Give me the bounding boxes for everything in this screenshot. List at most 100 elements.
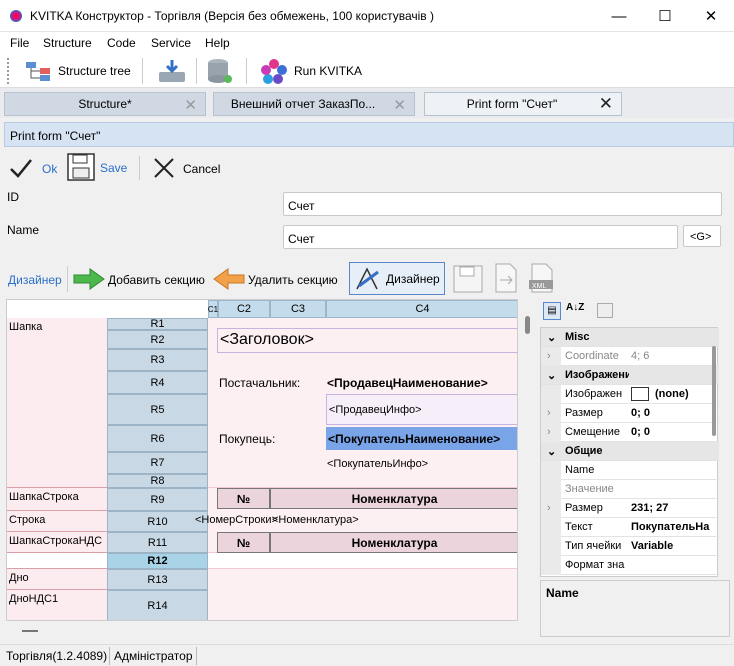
save-button[interactable]: Save — [66, 152, 130, 182]
menu-service[interactable]: Service — [151, 36, 191, 50]
section-header-row-vat[interactable]: ШапкаСтрокаНДС — [7, 532, 108, 553]
cell-supplier-info[interactable]: <ПродавецИнфо> — [326, 394, 517, 425]
section-row[interactable]: Строка — [7, 511, 108, 532]
database-icon[interactable] — [204, 57, 234, 85]
tab-structure-close-icon[interactable]: ✕ — [184, 96, 197, 114]
property-category[interactable]: ⌄ Misc — [541, 328, 719, 347]
property-row[interactable]: Текст ПокупательНа — [541, 518, 719, 537]
grid-hscroll-thumb[interactable] — [22, 630, 38, 632]
cancel-button[interactable]: Cancel — [150, 154, 230, 182]
property-category[interactable]: ⌄ Общие — [541, 442, 719, 461]
cell-buyer-label[interactable]: Покупець: — [219, 432, 275, 446]
save-disabled-icon[interactable] — [452, 264, 484, 294]
property-category[interactable]: ⌄Изображение — [541, 366, 719, 385]
column-header-c3[interactable]: C3 — [270, 300, 326, 318]
cell-buyer-info[interactable]: <ПокупательИнфо> — [327, 458, 428, 470]
section-bottom-vat[interactable]: ДноНДС1 — [7, 590, 108, 620]
cell-nomenclature-header-vat[interactable]: Номенклатура — [270, 532, 517, 553]
cells-bottom-area[interactable] — [208, 569, 517, 620]
property-row[interactable]: › Размер 231; 27 — [541, 499, 719, 518]
close-window-button[interactable]: ✕ — [688, 0, 734, 32]
run-kvitka-button[interactable]: Run KVITKA — [258, 58, 368, 84]
row-header[interactable]: R7 — [107, 452, 208, 474]
grid-scrollbar-thumb[interactable] — [525, 316, 530, 334]
menu-help[interactable]: Help — [205, 36, 230, 50]
sort-az-icon[interactable]: A↓Z — [566, 302, 586, 320]
remove-section-button[interactable]: Удалить секцию — [212, 266, 342, 292]
name-field[interactable]: Счет — [283, 225, 678, 249]
designer-toolbar: Дизайнер Добавить секцию Удалить секцию … — [0, 260, 734, 296]
column-header-c1[interactable]: C1 — [208, 300, 218, 318]
maximize-button[interactable]: ☐ — [642, 0, 688, 32]
menu-file[interactable]: File — [10, 36, 29, 50]
property-scrollbar-thumb[interactable] — [712, 346, 716, 436]
collapse-icon: ⌄ — [547, 446, 557, 458]
categorized-icon[interactable]: ▤ — [543, 302, 561, 320]
property-row[interactable]: Изображен (none) — [541, 385, 719, 404]
cell-nomenclature-header[interactable]: Номенклатура — [270, 488, 517, 509]
menu-structure[interactable]: Structure — [43, 36, 92, 50]
row-header[interactable]: R13 — [107, 569, 208, 590]
property-row[interactable]: Формат зна — [541, 556, 719, 575]
xml-file-icon[interactable]: XML — [526, 262, 556, 294]
column-header-c2[interactable]: C2 — [218, 300, 270, 318]
property-row[interactable]: › Coordinate 4; 6 — [541, 347, 719, 366]
tab-structure[interactable]: Structure* ✕ — [4, 92, 206, 116]
flower-icon — [261, 59, 287, 84]
designer-button[interactable]: Дизайнер — [349, 262, 445, 295]
cell-header[interactable]: <Заголовок> — [217, 328, 517, 353]
tab-external-report[interactable]: Внешний отчет ЗаказПо... ✕ — [213, 92, 415, 116]
cell-buyer-name-selected[interactable]: <ПокупательНаименование> — [326, 427, 517, 450]
floppy-disk-icon — [67, 153, 95, 181]
row-header[interactable]: R3 — [107, 349, 208, 371]
property-row[interactable]: › Размер 0; 0 — [541, 404, 719, 423]
designer-link[interactable]: Дизайнер — [8, 273, 62, 287]
row-header[interactable]: R5 — [107, 394, 208, 425]
row-header-selected[interactable]: R12 — [107, 553, 208, 569]
row-header[interactable]: R4 — [107, 371, 208, 394]
cells-empty-area[interactable] — [208, 553, 517, 569]
status-user: Адміністратор — [114, 649, 193, 663]
cell-number-header-vat[interactable]: № — [217, 532, 270, 553]
tab-print-form-close-icon[interactable]: ✕ — [599, 94, 613, 114]
row-header[interactable]: R8 — [107, 474, 208, 488]
minimize-button[interactable]: — — [596, 0, 642, 32]
property-row[interactable]: Name — [541, 461, 719, 480]
menu-bar: File Structure Code Service Help — [0, 32, 734, 54]
property-row[interactable]: › Смещение 0; 0 — [541, 423, 719, 442]
ok-button[interactable]: Ok — [6, 154, 61, 182]
g-button[interactable]: <G> — [683, 225, 721, 247]
column-header-c4[interactable]: C4 — [326, 300, 517, 318]
cell-row-number[interactable]: <НомерСтроки> — [195, 514, 278, 526]
row-header[interactable]: R2 — [107, 330, 208, 349]
row-header[interactable]: R11 — [107, 532, 208, 553]
name-label: Name — [7, 223, 40, 237]
row-header[interactable]: R6 — [107, 425, 208, 452]
image-swatch — [631, 387, 649, 401]
designer-grid[interactable]: C1 C2 C3 C4 Шапка ШапкаСтрока Строка Шап… — [6, 299, 518, 621]
tab-print-form[interactable]: Print form "Счет" ✕ — [424, 92, 622, 116]
property-row[interactable]: Значение — [541, 480, 719, 499]
row-header[interactable]: R9 — [107, 488, 208, 511]
row-header[interactable]: R10 — [107, 511, 208, 532]
section-bottom[interactable]: Дно — [7, 569, 108, 590]
grid-scrollbar[interactable] — [522, 300, 534, 620]
export-disabled-icon[interactable] — [490, 262, 520, 294]
property-pages-icon[interactable] — [597, 303, 613, 318]
id-field[interactable]: Счет — [283, 192, 722, 216]
save-db-icon[interactable] — [156, 58, 188, 84]
row-header[interactable]: R1 — [107, 318, 208, 330]
structure-tree-button[interactable]: Structure tree — [20, 58, 134, 84]
cell-supplier-name[interactable]: <ПродавецНаименование> — [327, 376, 488, 390]
row-header[interactable]: R14 — [107, 590, 208, 620]
menu-code[interactable]: Code — [107, 36, 136, 50]
add-section-button[interactable]: Добавить секцию — [72, 266, 207, 292]
cell-supplier-label[interactable]: Постачальник: — [219, 376, 300, 390]
property-row[interactable]: Тип ячейки Variable — [541, 537, 719, 556]
cell-row-nomenclature[interactable]: <Номенклатура> — [272, 514, 359, 526]
tab-external-report-close-icon[interactable]: ✕ — [393, 96, 406, 114]
drafting-tools-icon — [356, 267, 379, 290]
cell-number-header[interactable]: № — [217, 488, 270, 509]
section-header[interactable]: Шапка — [7, 318, 108, 488]
section-header-row[interactable]: ШапкаСтрока — [7, 488, 108, 511]
